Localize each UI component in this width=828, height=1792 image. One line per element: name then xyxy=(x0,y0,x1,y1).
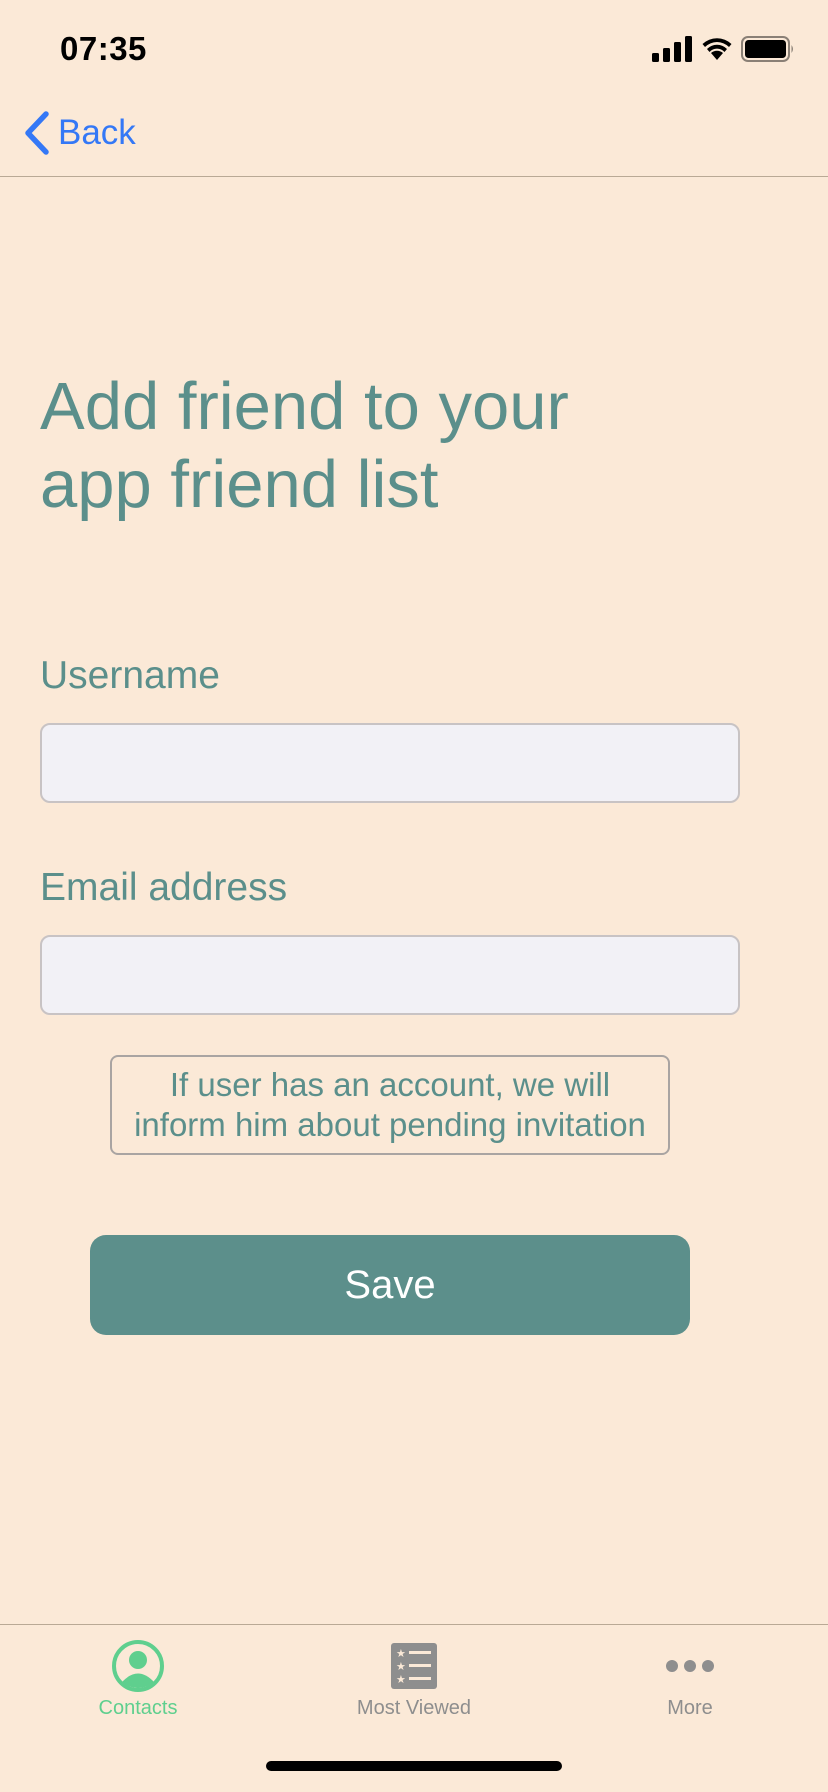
svg-text:★: ★ xyxy=(396,1647,406,1660)
page-title-line2: app friend list xyxy=(40,447,439,522)
tab-contacts[interactable]: Contacts xyxy=(0,1625,276,1725)
email-input[interactable] xyxy=(40,935,740,1015)
back-button[interactable]: Back xyxy=(22,110,136,156)
tab-contacts-label: Contacts xyxy=(98,1697,178,1719)
add-friend-screen: 07:35 Back Add friend to your app friend… xyxy=(0,0,828,1792)
svg-text:★: ★ xyxy=(396,1660,406,1673)
person-circle-icon xyxy=(112,1640,164,1692)
info-text-line1: If user has an account, we will xyxy=(169,1066,611,1103)
svg-text:★: ★ xyxy=(396,1673,406,1686)
navigation-bar: Back xyxy=(0,100,828,177)
email-label: Email address xyxy=(40,866,288,909)
list-icon: ★ ★ ★ xyxy=(391,1643,437,1689)
more-icon xyxy=(666,1660,714,1672)
page-title: Add friend to your app friend list xyxy=(40,368,740,524)
chevron-left-icon xyxy=(25,111,49,155)
status-bar: 07:35 xyxy=(0,0,828,100)
cellular-signal-icon xyxy=(652,36,692,62)
page-title-line1: Add friend to your xyxy=(40,369,569,444)
tab-more[interactable]: More xyxy=(552,1625,828,1725)
username-label: Username xyxy=(40,654,220,697)
wifi-icon xyxy=(702,38,732,60)
home-indicator[interactable] xyxy=(266,1761,562,1771)
invitation-info-text: If user has an account, we will inform h… xyxy=(134,1065,646,1145)
username-input[interactable] xyxy=(40,723,740,803)
info-text-line2: inform him about pending invitation xyxy=(134,1106,646,1143)
status-time: 07:35 xyxy=(60,30,147,67)
tab-most-viewed-label: Most Viewed xyxy=(356,1697,472,1719)
tab-most-viewed[interactable]: ★ ★ ★ Most Viewed xyxy=(276,1625,552,1725)
back-label: Back xyxy=(58,113,136,152)
battery-icon xyxy=(741,36,793,62)
tab-more-label: More xyxy=(667,1697,713,1719)
save-button[interactable]: Save xyxy=(90,1235,690,1335)
invitation-info-box: If user has an account, we will inform h… xyxy=(110,1055,670,1155)
